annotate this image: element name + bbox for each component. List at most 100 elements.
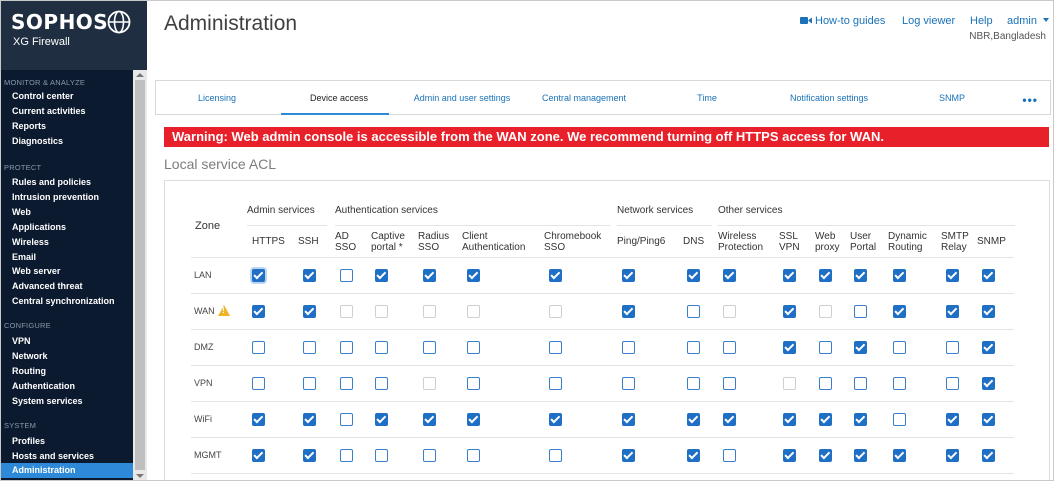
checkbox-vpn-ssh[interactable] bbox=[302, 376, 316, 390]
tab-device-access[interactable]: Device access bbox=[282, 81, 397, 115]
checkbox-vpn-chromebook-sso[interactable] bbox=[548, 376, 562, 390]
checkbox-vpn-wireless-protection[interactable] bbox=[722, 376, 736, 390]
checkbox-wifi-https[interactable] bbox=[251, 412, 265, 426]
checkbox-vpn-client-authentication[interactable] bbox=[466, 376, 480, 390]
checkbox-dmz-smtp-relay[interactable] bbox=[945, 340, 959, 354]
checkbox-vpn-https[interactable] bbox=[251, 376, 265, 390]
checkbox-dmz-ad-sso[interactable] bbox=[339, 340, 353, 354]
sidebar-scrollbar[interactable] bbox=[133, 70, 147, 481]
checkbox-dmz-ssh[interactable] bbox=[302, 340, 316, 354]
brand-logo[interactable]: SOPHOS XG Firewall bbox=[0, 0, 147, 68]
checkbox-lan-user-portal[interactable] bbox=[853, 268, 867, 282]
checkbox-lan-dynamic-routing[interactable] bbox=[892, 268, 906, 282]
sidebar-item-system-services[interactable]: System services bbox=[12, 396, 83, 406]
checkbox-wifi-dynamic-routing[interactable] bbox=[892, 412, 906, 426]
checkbox-lan-ssl-vpn[interactable] bbox=[782, 268, 796, 282]
checkbox-dmz-dns[interactable] bbox=[686, 340, 700, 354]
sidebar-item-current-activities[interactable]: Current activities bbox=[12, 106, 86, 116]
checkbox-lan-client-authentication[interactable] bbox=[466, 268, 480, 282]
checkbox-dmz-wireless-protection[interactable] bbox=[722, 340, 736, 354]
checkbox-wifi-ad-sso[interactable] bbox=[339, 412, 353, 426]
sidebar-item-advanced-threat[interactable]: Advanced threat bbox=[12, 281, 83, 291]
sidebar-item-web[interactable]: Web bbox=[12, 207, 31, 217]
sidebar-item-profiles[interactable]: Profiles bbox=[12, 436, 45, 446]
checkbox-wan-dynamic-routing[interactable] bbox=[892, 304, 906, 318]
checkbox-vpn-user-portal[interactable] bbox=[853, 376, 867, 390]
scroll-down-arrow[interactable] bbox=[136, 474, 144, 478]
checkbox-vpn-captive-portal-[interactable] bbox=[374, 376, 388, 390]
checkbox-vpn-dns[interactable] bbox=[686, 376, 700, 390]
checkbox-wifi-user-portal[interactable] bbox=[853, 412, 867, 426]
checkbox-mgmt-dns[interactable] bbox=[686, 448, 700, 462]
scroll-up-arrow[interactable] bbox=[136, 73, 144, 77]
checkbox-lan-ping-ping6[interactable] bbox=[621, 268, 635, 282]
tab-licensing[interactable]: Licensing bbox=[162, 81, 272, 115]
checkbox-mgmt-ping-ping6[interactable] bbox=[621, 448, 635, 462]
tab-admin-and-user-settings[interactable]: Admin and user settings bbox=[400, 81, 525, 115]
sidebar-item-routing[interactable]: Routing bbox=[12, 366, 46, 376]
tab-snmp[interactable]: SNMP bbox=[902, 81, 1002, 115]
checkbox-mgmt-snmp[interactable] bbox=[981, 448, 995, 462]
checkbox-wifi-ssl-vpn[interactable] bbox=[782, 412, 796, 426]
sidebar-item-wireless[interactable]: Wireless bbox=[12, 237, 49, 247]
checkbox-vpn-dynamic-routing[interactable] bbox=[892, 376, 906, 390]
checkbox-wan-https[interactable] bbox=[251, 304, 265, 318]
checkbox-wifi-ssh[interactable] bbox=[302, 412, 316, 426]
sidebar-item-network[interactable]: Network bbox=[12, 351, 48, 361]
checkbox-dmz-snmp[interactable] bbox=[981, 340, 995, 354]
checkbox-dmz-ssl-vpn[interactable] bbox=[782, 340, 796, 354]
checkbox-dmz-dynamic-routing[interactable] bbox=[892, 340, 906, 354]
more-tabs-button[interactable]: ••• bbox=[1022, 93, 1038, 107]
checkbox-vpn-smtp-relay[interactable] bbox=[945, 376, 959, 390]
checkbox-lan-smtp-relay[interactable] bbox=[945, 268, 959, 282]
checkbox-lan-snmp[interactable] bbox=[981, 268, 995, 282]
sidebar-item-email[interactable]: Email bbox=[12, 252, 36, 262]
checkbox-dmz-captive-portal-[interactable] bbox=[374, 340, 388, 354]
checkbox-wifi-smtp-relay[interactable] bbox=[945, 412, 959, 426]
checkbox-mgmt-smtp-relay[interactable] bbox=[945, 448, 959, 462]
checkbox-dmz-user-portal[interactable] bbox=[853, 340, 867, 354]
tab-notification-settings[interactable]: Notification settings bbox=[767, 81, 892, 115]
checkbox-wan-smtp-relay[interactable] bbox=[945, 304, 959, 318]
sidebar-item-vpn[interactable]: VPN bbox=[12, 336, 31, 346]
sidebar-item-hosts-and-services[interactable]: Hosts and services bbox=[12, 451, 94, 461]
checkbox-lan-chromebook-sso[interactable] bbox=[548, 268, 562, 282]
checkbox-mgmt-wireless-protection[interactable] bbox=[722, 448, 736, 462]
checkbox-mgmt-radius-sso[interactable] bbox=[422, 448, 436, 462]
checkbox-wan-dns[interactable] bbox=[686, 304, 700, 318]
checkbox-lan-https[interactable] bbox=[251, 268, 265, 282]
tab-time[interactable]: Time bbox=[657, 81, 757, 115]
sidebar-item-central-synchronization[interactable]: Central synchronization bbox=[12, 296, 115, 306]
sidebar-item-applications[interactable]: Applications bbox=[12, 222, 66, 232]
checkbox-mgmt-ssh[interactable] bbox=[302, 448, 316, 462]
tab-central-management[interactable]: Central management bbox=[524, 81, 644, 115]
checkbox-dmz-https[interactable] bbox=[251, 340, 265, 354]
checkbox-wifi-ping-ping6[interactable] bbox=[621, 412, 635, 426]
sidebar-item-administration[interactable]: Administration bbox=[0, 462, 133, 478]
log-viewer-link[interactable]: Log viewer bbox=[902, 15, 955, 27]
checkbox-wifi-captive-portal-[interactable] bbox=[374, 412, 388, 426]
sidebar-scroll-thumb[interactable] bbox=[135, 80, 145, 470]
checkbox-lan-ssh[interactable] bbox=[302, 268, 316, 282]
checkbox-wan-snmp[interactable] bbox=[981, 304, 995, 318]
checkbox-lan-captive-portal-[interactable] bbox=[374, 268, 388, 282]
checkbox-dmz-client-authentication[interactable] bbox=[466, 340, 480, 354]
checkbox-mgmt-https[interactable] bbox=[251, 448, 265, 462]
checkbox-dmz-ping-ping6[interactable] bbox=[621, 340, 635, 354]
checkbox-wifi-client-authentication[interactable] bbox=[466, 412, 480, 426]
sidebar-item-control-center[interactable]: Control center bbox=[12, 91, 74, 101]
howto-guides-link[interactable]: How-to guides bbox=[800, 15, 885, 27]
checkbox-wifi-wireless-protection[interactable] bbox=[722, 412, 736, 426]
checkbox-dmz-chromebook-sso[interactable] bbox=[548, 340, 562, 354]
checkbox-mgmt-dynamic-routing[interactable] bbox=[892, 448, 906, 462]
checkbox-lan-wireless-protection[interactable] bbox=[722, 268, 736, 282]
checkbox-mgmt-web-proxy[interactable] bbox=[818, 448, 832, 462]
checkbox-lan-radius-sso[interactable] bbox=[422, 268, 436, 282]
checkbox-dmz-radius-sso[interactable] bbox=[422, 340, 436, 354]
sidebar-item-intrusion-prevention[interactable]: Intrusion prevention bbox=[12, 192, 99, 202]
checkbox-wifi-radius-sso[interactable] bbox=[422, 412, 436, 426]
checkbox-lan-ad-sso[interactable] bbox=[339, 268, 353, 282]
checkbox-vpn-web-proxy[interactable] bbox=[818, 376, 832, 390]
checkbox-wifi-snmp[interactable] bbox=[981, 412, 995, 426]
checkbox-lan-web-proxy[interactable] bbox=[818, 268, 832, 282]
